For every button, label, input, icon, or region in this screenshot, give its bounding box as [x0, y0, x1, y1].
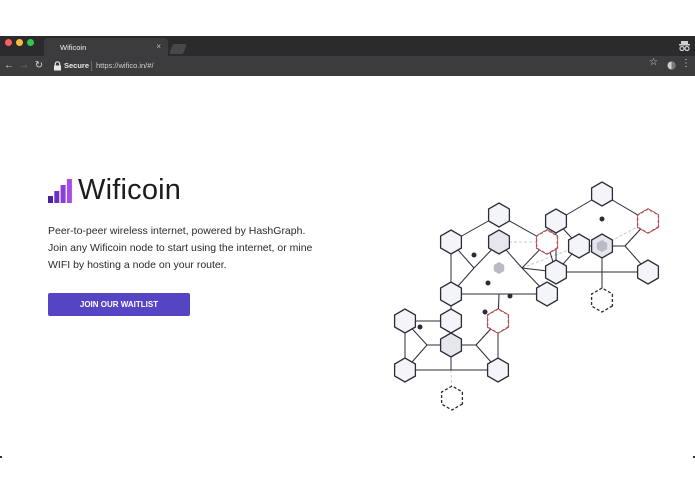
close-icon[interactable]: × — [156, 42, 161, 51]
network-node-icon — [636, 259, 660, 285]
hexagon-network-illustration — [393, 181, 660, 411]
wificoin-logo-icon — [48, 179, 72, 203]
join-waitlist-button[interactable]: JOIN OUR WAITLIST — [48, 293, 190, 316]
network-node-icon — [439, 281, 463, 307]
network-node-icon — [487, 202, 511, 228]
network-node-icon — [393, 308, 417, 334]
minimize-window-button[interactable] — [16, 39, 23, 46]
network-node-icon — [487, 229, 511, 255]
new-tab-button[interactable] — [169, 44, 187, 54]
network-dot — [485, 280, 491, 286]
hero-description: Peer-to-peer wireless internet, powered … — [48, 225, 313, 271]
extension-icon[interactable] — [667, 61, 676, 70]
network-node-icon — [486, 357, 510, 383]
forward-icon[interactable]: → — [17, 58, 31, 74]
network-node-icon — [493, 262, 505, 274]
back-icon[interactable]: ← — [2, 58, 16, 74]
omnibox-separator — [91, 61, 92, 71]
network-node-icon — [439, 229, 463, 255]
network-dot — [482, 309, 488, 315]
url-text[interactable]: https://wifico.in/#/ — [96, 61, 154, 70]
tab-wificoin[interactable]: Wificoin × — [44, 38, 168, 56]
network-node-icon — [393, 357, 417, 383]
network-dot — [507, 293, 513, 299]
network-node-icon — [590, 181, 614, 207]
network-node-icon — [544, 208, 568, 234]
network-node-icon — [535, 281, 559, 307]
network-node-icon — [567, 233, 591, 259]
maximize-window-button[interactable] — [27, 39, 34, 46]
security-label: Secure — [64, 61, 90, 70]
page-top-margin — [0, 0, 695, 36]
toolbar: ← → ↻ Secure https://wifico.in/#/ ☆ ⋮ — [0, 56, 695, 76]
page-corner-mark — [0, 456, 2, 458]
network-node-icon — [590, 287, 614, 313]
browser-chrome: Wificoin × ← → ↻ Secure https://wifico.i… — [0, 36, 695, 76]
profile-icon[interactable] — [679, 40, 690, 52]
reload-icon[interactable]: ↻ — [32, 58, 46, 74]
network-node-icon — [440, 385, 464, 411]
network-dot — [471, 252, 477, 258]
tab-bar: Wificoin × — [0, 36, 695, 56]
lock-icon — [54, 61, 61, 71]
close-window-button[interactable] — [5, 39, 12, 46]
menu-icon[interactable]: ⋮ — [681, 58, 691, 69]
network-node-icon — [439, 308, 463, 334]
network-node-icon — [439, 332, 463, 358]
tab-title: Wificoin — [60, 43, 87, 52]
network-dot — [599, 216, 605, 222]
brand-title: Wificoin — [78, 174, 182, 206]
network-node-icon — [544, 259, 568, 285]
network-dot — [417, 324, 423, 330]
star-icon[interactable]: ☆ — [649, 57, 658, 68]
address-bar[interactable]: Secure https://wifico.in/#/ — [50, 58, 665, 74]
